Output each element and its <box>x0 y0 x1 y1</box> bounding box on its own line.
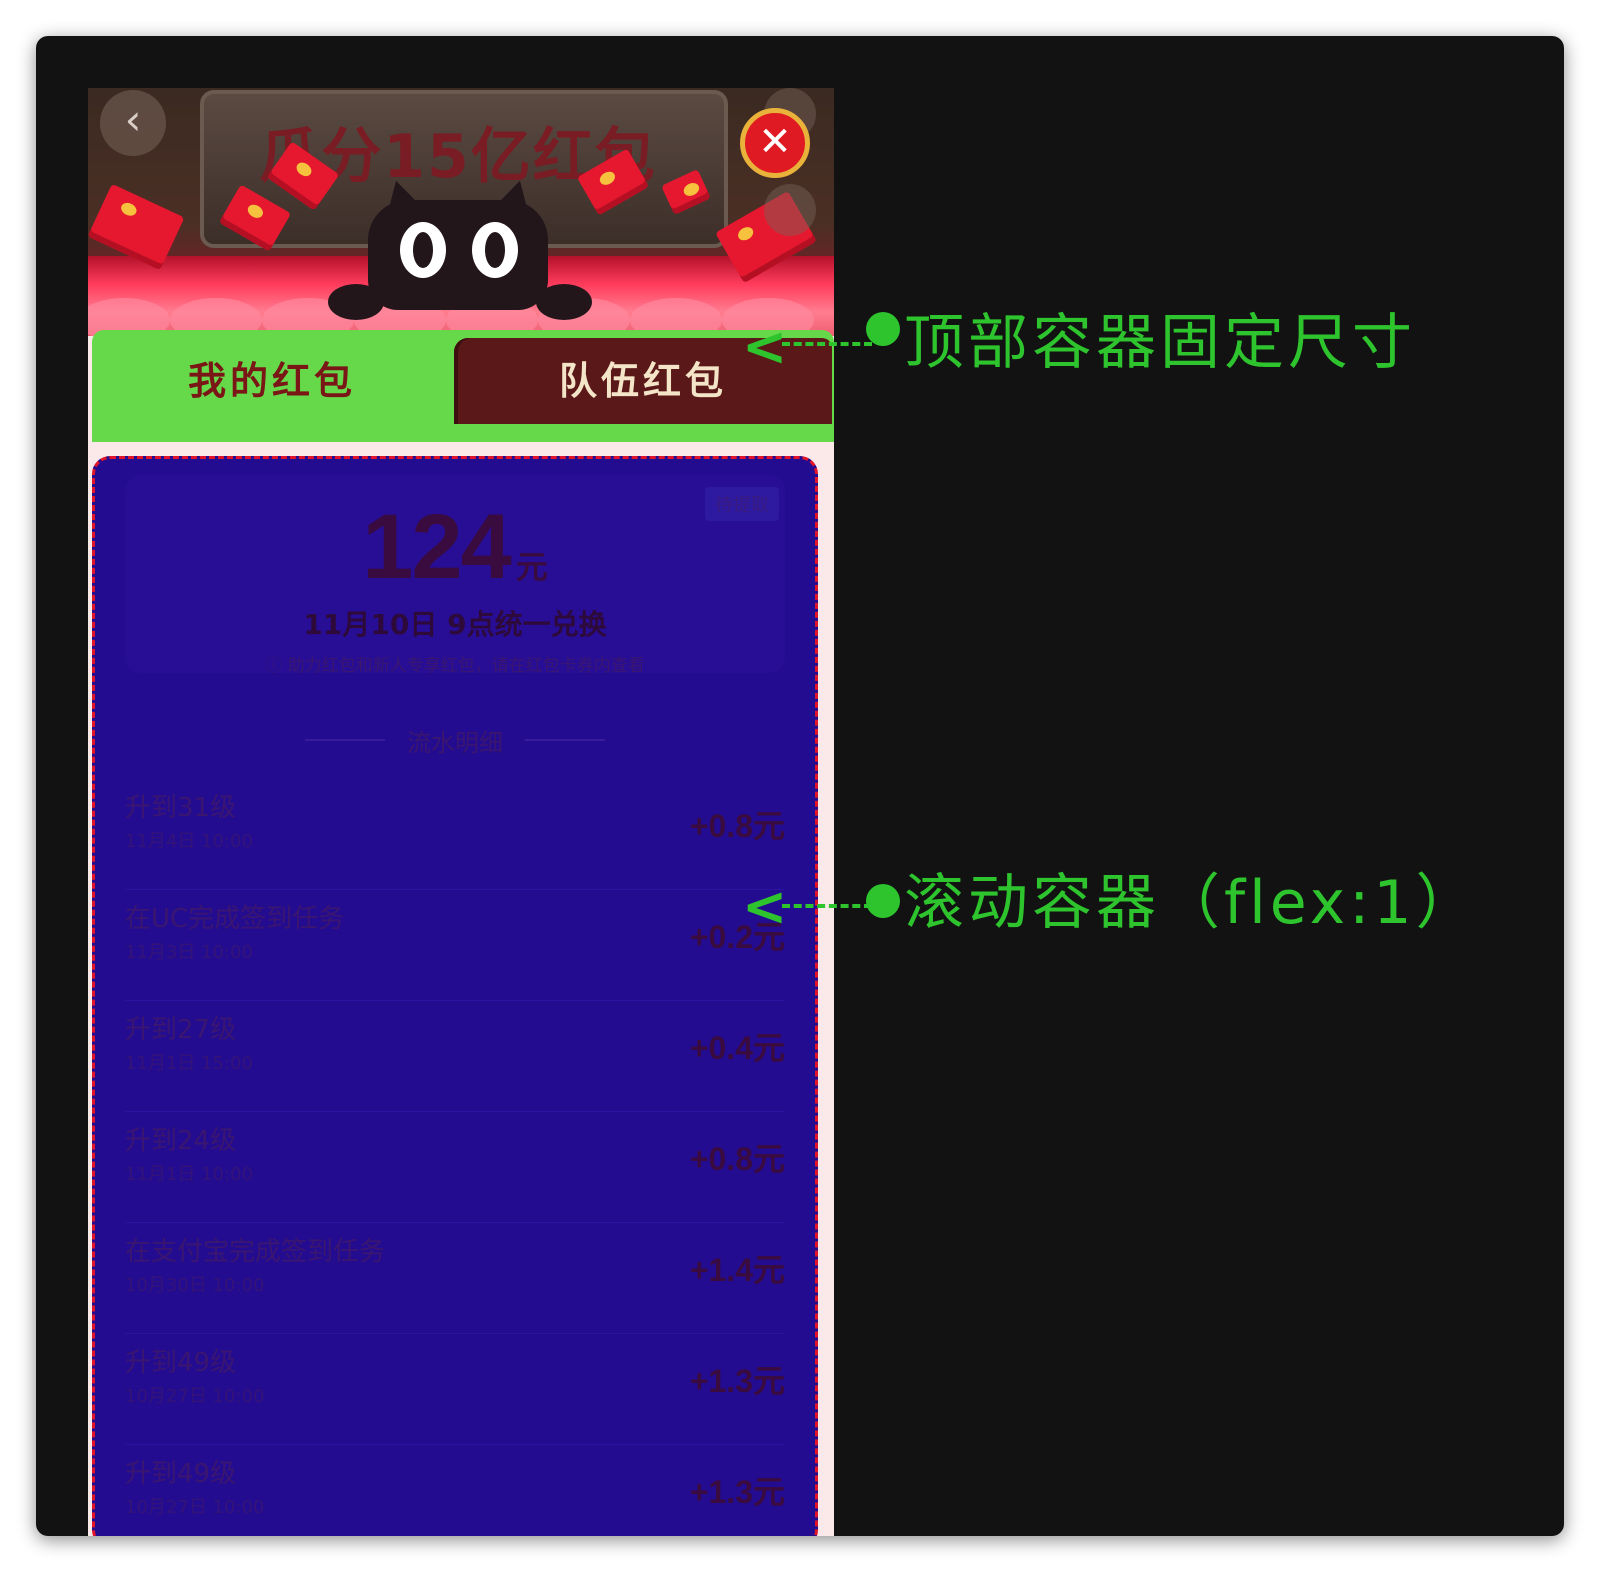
record-time: 11月3日 10:00 <box>125 942 253 963</box>
flow-header: 流水明细 <box>407 729 503 757</box>
annotation-dot <box>866 312 900 346</box>
tab-my-red-packets[interactable]: 我的红包 <box>94 338 450 424</box>
close-button[interactable]: ✕ <box>740 108 810 178</box>
list-item[interactable]: 升到27级 11月1日 15:00 +0.4元 <box>125 1001 785 1112</box>
exchange-date: 11月10日 9点统一兑换 <box>303 608 607 641</box>
record-time: 10月27日 10:00 <box>125 1386 265 1407</box>
annotation-top-container: 顶部容器固定尺寸 <box>904 308 1416 378</box>
list-item[interactable]: 升到31级 11月4日 10:00 +0.8元 <box>125 779 785 890</box>
list-item[interactable]: 在支付宝完成签到任务 10月30日 10:00 +1.4元 <box>125 1223 785 1334</box>
back-button[interactable]: ‹ <box>100 90 166 156</box>
record-time: 11月4日 10:00 <box>125 831 253 852</box>
amount-value: 124 <box>362 496 511 598</box>
record-amount: +0.8元 <box>689 1141 785 1177</box>
arrow-left-icon: < <box>742 315 788 378</box>
record-amount: +1.4元 <box>689 1252 785 1288</box>
list-item[interactable]: 升到49级 10月27日 10:00 +1.3元 <box>125 1334 785 1445</box>
cat-head <box>368 200 548 310</box>
record-title: 在支付宝完成签到任务 <box>125 1237 386 1267</box>
record-amount: +1.3元 <box>689 1474 785 1510</box>
record-amount: +0.8元 <box>689 808 785 844</box>
record-time: 10月27日 10:00 <box>125 1497 265 1518</box>
record-time: 11月1日 10:00 <box>125 1164 253 1185</box>
annotation-leader-line <box>782 904 872 908</box>
arrow-left-icon: < <box>742 875 788 938</box>
list-item[interactable]: 升到24级 11月1日 10:00 +0.8元 <box>125 1112 785 1223</box>
cat-paw-left <box>328 284 384 320</box>
screenshot-frame: 瓜分15亿红包 ‹ ✕ 我的红包 队伍红包 待提取 124 元 11月10日 9… <box>36 36 1564 1536</box>
side-action-button[interactable] <box>764 184 816 236</box>
record-title: 在UC完成签到任务 <box>125 904 345 934</box>
scroll-container[interactable]: 待提取 124 元 11月10日 9点统一兑换 ⓘ 助力红包和新人专享红包，请在红… <box>92 456 818 1536</box>
annotation-dot <box>866 884 900 918</box>
list-item[interactable]: 在UC完成签到任务 11月3日 10:00 +0.2元 <box>125 890 785 1001</box>
cat-eye-left <box>400 222 446 278</box>
annotation-scroll-container: 滚动容器（flex:1） <box>904 868 1480 938</box>
phone-screen: 瓜分15亿红包 ‹ ✕ 我的红包 队伍红包 待提取 124 元 11月10日 9… <box>88 88 834 1536</box>
annotation-leader-line <box>782 342 872 346</box>
record-title: 升到24级 <box>125 1126 237 1156</box>
cat-paw-right <box>536 284 592 320</box>
amount-display: 124 元 <box>125 495 785 600</box>
record-amount: +0.4元 <box>689 1030 785 1066</box>
divider-line <box>525 739 605 741</box>
record-time: 10月30日 10:00 <box>125 1275 265 1296</box>
record-amount: +1.3元 <box>689 1363 785 1399</box>
record-title: 升到49级 <box>125 1348 237 1378</box>
list-item[interactable]: 升到49级 10月27日 10:00 +1.3元 <box>125 1445 785 1536</box>
tmall-cat-mascot <box>328 174 592 320</box>
record-time: 11月1日 15:00 <box>125 1053 253 1074</box>
record-title: 升到31级 <box>125 793 237 823</box>
record-title: 升到27级 <box>125 1015 237 1045</box>
amount-unit: 元 <box>515 549 548 585</box>
tab-bar: 我的红包 队伍红包 <box>92 330 834 442</box>
info-note: ⓘ 助力红包和新人专享红包，请在红包卡券内查看 <box>265 656 645 676</box>
hero-banner: 瓜分15亿红包 ‹ ✕ <box>88 88 834 336</box>
record-title: 升到49级 <box>125 1459 237 1489</box>
summary-card: 待提取 124 元 11月10日 9点统一兑换 ⓘ 助力红包和新人专享红包，请在红… <box>125 475 785 676</box>
cat-eye-right <box>472 222 518 278</box>
